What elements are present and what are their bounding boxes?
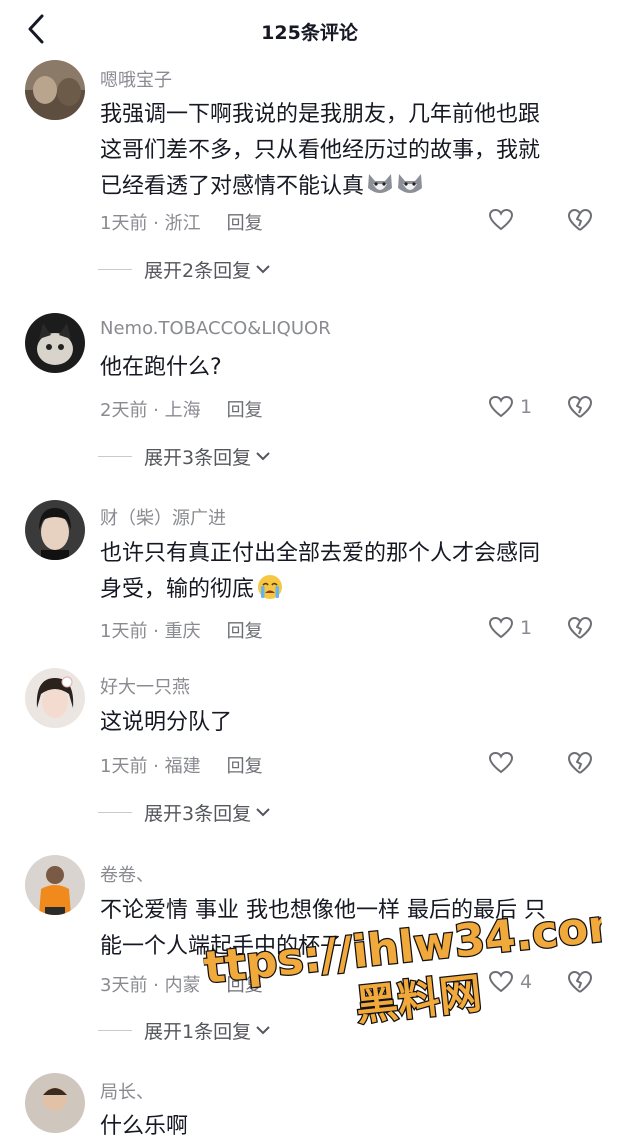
comment-line: 身受，输的彻底 xyxy=(100,577,255,602)
avatar[interactable] xyxy=(25,855,85,915)
expand-label: 展开2条回复 xyxy=(144,259,252,282)
comment-text: 也许只有真正付出全部去爱的那个人才会感同 身受，输的彻底 xyxy=(100,536,600,608)
username[interactable]: Nemo.TOBACCO&LIQUOR xyxy=(100,318,331,339)
divider-line xyxy=(98,812,132,813)
username[interactable]: 局长、 xyxy=(100,1078,154,1104)
time-location: 2天前 · 上海 xyxy=(100,400,201,421)
like-count: 1 xyxy=(520,617,533,639)
heart-icon xyxy=(488,970,514,993)
comment-line: 能一个人端起手中的杯子 xyxy=(100,934,343,959)
time-location: 3天前 · 内蒙 xyxy=(100,975,201,996)
divider-line xyxy=(98,269,132,270)
comment-text: 我强调一下啊我说的是我朋友，几年前他也跟 这哥们差不多，只从看他经历过的故事，我… xyxy=(100,97,600,205)
heart-icon xyxy=(488,395,514,418)
comment-line: 他在跑什么? xyxy=(100,355,222,380)
time-location: 1天前 · 福建 xyxy=(100,756,201,777)
chevron-down-icon xyxy=(256,808,270,817)
reply-button[interactable]: 回复 xyxy=(227,621,263,642)
comment-text: 他在跑什么? xyxy=(100,350,600,386)
username[interactable]: 嗯哦宝子 xyxy=(100,66,172,92)
dislike-icon[interactable] xyxy=(566,750,594,776)
comment-text: 不论爱情 事业 我也想像他一样 最后的最后 只 能一个人端起手中的杯子 xyxy=(100,893,600,965)
expand-replies-button[interactable]: 展开3条回复 xyxy=(98,799,271,825)
watermark-site: 黑料网 xyxy=(353,968,483,1030)
like-button[interactable] xyxy=(488,749,520,777)
divider-line xyxy=(98,1030,132,1031)
avatar[interactable] xyxy=(25,60,85,120)
time-location: 1天前 · 浙江 xyxy=(100,213,201,234)
reply-button[interactable]: 回复 xyxy=(227,975,263,996)
expand-label: 展开1条回复 xyxy=(144,1020,252,1043)
husky-emoji-icon xyxy=(398,174,423,193)
heart-icon xyxy=(488,751,514,774)
heart-icon xyxy=(488,616,514,639)
avatar[interactable] xyxy=(25,500,85,560)
comment-line: 什么乐啊 xyxy=(100,1114,189,1139)
divider-line xyxy=(98,456,132,457)
like-count: 4 xyxy=(520,971,533,993)
dislike-icon[interactable] xyxy=(566,207,594,233)
header: 125条评论 xyxy=(0,0,619,62)
avatar[interactable] xyxy=(25,313,85,373)
comment-meta: 1天前 · 重庆 回复 xyxy=(100,617,263,643)
reply-button[interactable]: 回复 xyxy=(227,400,263,421)
like-button[interactable]: 4 xyxy=(488,968,532,996)
comment-meta: 3天前 · 内蒙 回复 xyxy=(100,971,263,997)
username[interactable]: 财（柴）源广进 xyxy=(100,504,226,530)
time-location: 1天前 · 重庆 xyxy=(100,621,201,642)
avatar[interactable] xyxy=(25,1073,85,1133)
chevron-down-icon xyxy=(256,452,270,461)
expand-replies-button[interactable]: 展开3条回复 xyxy=(98,443,271,469)
username[interactable]: 卷卷、 xyxy=(100,861,154,887)
comment-line: 也许只有真正付出全部去爱的那个人才会感同 xyxy=(100,541,541,566)
comment-line: 不论爱情 事业 我也想像他一样 最后的最后 只 xyxy=(100,898,546,923)
like-button[interactable] xyxy=(488,206,520,234)
comment-line: 我强调一下啊我说的是我朋友，几年前他也跟 xyxy=(100,102,541,127)
comment-meta: 1天前 · 浙江 回复 xyxy=(100,209,263,235)
comment-meta: 1天前 · 福建 回复 xyxy=(100,752,263,778)
reply-button[interactable]: 回复 xyxy=(227,756,263,777)
dislike-icon[interactable] xyxy=(566,969,594,995)
comment-line: 这哥们差不多，只从看他经历过的故事，我就 xyxy=(100,138,541,163)
avatar[interactable] xyxy=(25,668,85,728)
expand-replies-button[interactable]: 展开2条回复 xyxy=(98,256,271,282)
dislike-icon[interactable] xyxy=(566,394,594,420)
husky-emoji-icon xyxy=(368,174,393,193)
comment-meta: 2天前 · 上海 回复 xyxy=(100,396,263,422)
heart-icon xyxy=(488,208,514,231)
comment-line: 这说明分队了 xyxy=(100,710,233,735)
username[interactable]: 好大一只燕 xyxy=(100,673,190,699)
comment-text: 这说明分队了 xyxy=(100,705,600,741)
comment-line: 已经看透了对感情不能认真 xyxy=(100,174,365,199)
like-count: 1 xyxy=(520,396,533,418)
like-button[interactable]: 1 xyxy=(488,614,532,642)
reply-button[interactable]: 回复 xyxy=(227,213,263,234)
expand-label: 展开3条回复 xyxy=(144,802,252,825)
crying-emoji-icon xyxy=(258,575,283,599)
expand-replies-button[interactable]: 展开1条回复 xyxy=(98,1017,271,1043)
like-button[interactable]: 1 xyxy=(488,393,532,421)
chevron-down-icon xyxy=(256,1026,270,1035)
dislike-icon[interactable] xyxy=(566,615,594,641)
chevron-down-icon xyxy=(256,265,270,274)
expand-label: 展开3条回复 xyxy=(144,446,252,469)
page-title: 125条评论 xyxy=(261,22,358,44)
comment-text: 什么乐啊 xyxy=(100,1109,600,1145)
